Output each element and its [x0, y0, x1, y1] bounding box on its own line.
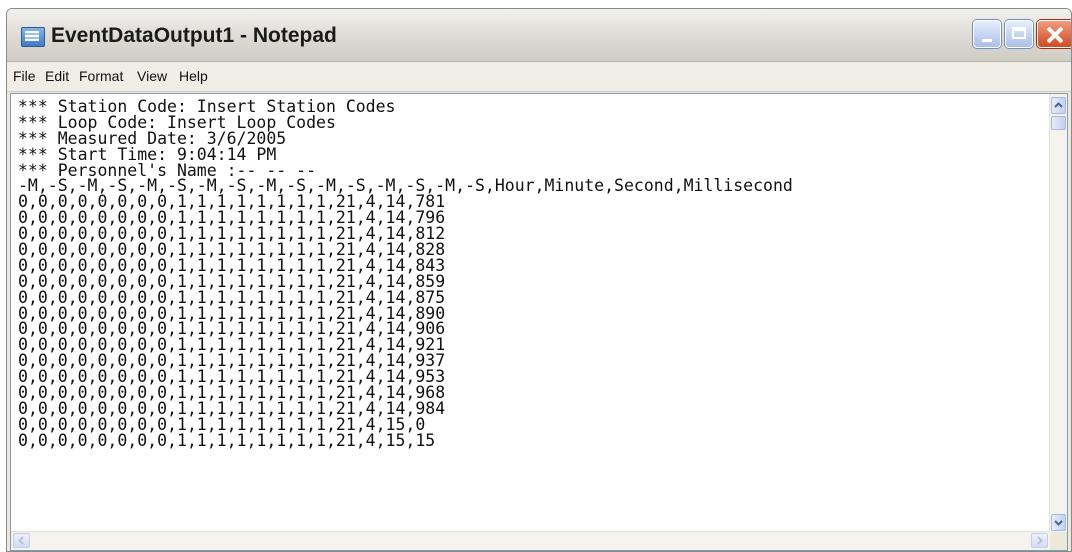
arrow-down-icon	[1054, 520, 1063, 526]
data-line: 0,0,0,0,0,0,0,0,1,1,1,1,1,1,1,1,21,4,15,…	[18, 430, 436, 450]
title-bar[interactable]: EventDataOutput1 - Notepad	[7, 9, 1071, 62]
arrow-up-icon	[1054, 102, 1063, 108]
text-editor[interactable]: *** Station Code: Insert Station Codes *…	[10, 93, 1068, 551]
window-title: EventDataOutput1 - Notepad	[51, 24, 337, 47]
menu-view[interactable]: View	[137, 68, 167, 84]
vertical-scrollbar[interactable]	[1049, 94, 1067, 532]
menu-help[interactable]: Help	[179, 68, 208, 84]
scroll-down-button[interactable]	[1051, 514, 1066, 531]
arrow-right-icon	[1037, 536, 1043, 545]
menu-bar: File Edit Format View Help	[7, 62, 1071, 92]
minimize-button[interactable]	[973, 20, 1001, 48]
document-text[interactable]: *** Station Code: Insert Station Codes *…	[18, 99, 1038, 519]
scroll-up-button[interactable]	[1051, 97, 1066, 114]
menu-edit[interactable]: Edit	[45, 68, 69, 84]
close-button[interactable]	[1037, 20, 1071, 48]
scrollbar-corner	[1050, 532, 1067, 550]
maximize-button[interactable]	[1005, 20, 1033, 48]
arrow-left-icon	[18, 536, 24, 545]
scroll-right-button[interactable]	[1031, 533, 1048, 548]
horizontal-scrollbar[interactable]	[11, 531, 1050, 550]
notepad-window: EventDataOutput1 - Notepad File Edit For…	[6, 8, 1072, 552]
scroll-left-button[interactable]	[13, 533, 30, 548]
scroll-thumb[interactable]	[1051, 116, 1066, 130]
menu-format[interactable]: Format	[79, 68, 123, 84]
menu-file[interactable]: File	[13, 68, 36, 84]
notepad-icon[interactable]	[21, 27, 45, 47]
